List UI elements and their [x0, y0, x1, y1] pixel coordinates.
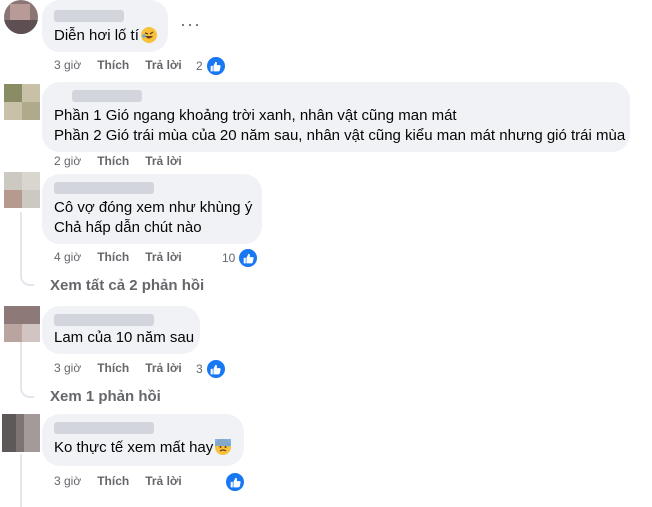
comment-text: Ko thực tế xem mất hay	[54, 438, 232, 458]
author-name[interactable]	[54, 422, 154, 434]
like-button[interactable]: Thích	[97, 474, 129, 488]
comment-actions: 4 giờ Thích Trả lời	[54, 250, 198, 264]
comment-bubble: Cô vợ đóng xem như khùng ý Chả hấp dẫn c…	[42, 174, 262, 244]
like-icon	[204, 55, 227, 77]
comment-bubble: Phần 1 Gió ngang khoảng trời xanh, nhân …	[42, 82, 630, 152]
like-icon	[237, 247, 260, 269]
like-icon	[224, 471, 246, 493]
author-name[interactable]	[54, 314, 154, 326]
thread-line	[20, 212, 22, 278]
comment-actions: 3 giờ Thích Trả lời	[54, 58, 198, 72]
comment-bubble: Diễn hơi lố tí	[42, 0, 168, 52]
avatar[interactable]	[2, 414, 40, 452]
reply-button[interactable]: Trả lời	[145, 250, 182, 264]
like-button[interactable]: Thích	[97, 361, 129, 375]
like-button[interactable]: Thích	[97, 58, 129, 72]
reply-button[interactable]: Trả lời	[145, 154, 182, 168]
avatar[interactable]	[4, 84, 40, 120]
view-replies-link[interactable]: Xem 1 phản hồi	[50, 388, 161, 405]
comment-bubble: Ko thực tế xem mất hay	[42, 414, 244, 466]
comment-text: Diễn hơi lố tí	[54, 26, 157, 46]
comment-time[interactable]: 3 giờ	[54, 361, 81, 375]
reaction-count[interactable]: 10	[222, 247, 260, 269]
reaction-count[interactable]: 2	[196, 55, 227, 77]
reply-button[interactable]: Trả lời	[145, 361, 182, 375]
reply-button[interactable]: Trả lời	[145, 58, 182, 72]
avatar[interactable]	[4, 306, 40, 342]
comment-text: Chả hấp dẫn chút nào	[54, 219, 202, 236]
comment-text: Phần 1 Gió ngang khoảng trời xanh, nhân …	[54, 107, 457, 124]
author-name[interactable]	[72, 90, 142, 102]
reaction-count[interactable]	[224, 471, 246, 493]
comment-time[interactable]: 3 giờ	[54, 474, 81, 488]
rolling-on-floor-laughing-icon	[140, 27, 157, 43]
comment-actions: 2 giờ Thích Trả lời	[54, 154, 198, 168]
comment-actions: 3 giờ Thích Trả lời	[54, 361, 198, 375]
like-icon	[204, 358, 227, 380]
more-options-icon[interactable]: ···	[180, 14, 201, 35]
like-button[interactable]: Thích	[97, 154, 129, 168]
comment-text: Cô vợ đóng xem như khùng ý	[54, 199, 253, 216]
comment-text: Lam của 10 năm sau	[54, 329, 195, 346]
comment-time[interactable]: 3 giờ	[54, 58, 81, 72]
avatar[interactable]	[4, 172, 40, 208]
anxious-face-with-sweat-icon	[215, 439, 232, 455]
thread-line	[20, 454, 22, 507]
author-name[interactable]	[54, 182, 154, 194]
comment-actions: 3 giờ Thích Trả lời	[54, 474, 198, 488]
comment-text: Phần 2 Gió trái mùa của 20 năm sau, nhân…	[54, 127, 626, 144]
thread-line	[20, 380, 34, 398]
avatar[interactable]	[4, 0, 38, 34]
author-name[interactable]	[54, 10, 124, 22]
like-button[interactable]: Thích	[97, 250, 129, 264]
view-replies-link[interactable]: Xem tất cả 2 phản hồi	[50, 277, 204, 294]
thread-line	[20, 342, 22, 384]
reply-button[interactable]: Trả lời	[145, 474, 182, 488]
reaction-count[interactable]: 3	[196, 358, 227, 380]
comment-bubble: Lam của 10 năm sau	[42, 306, 200, 354]
comment-time[interactable]: 2 giờ	[54, 154, 81, 168]
thread-line	[20, 270, 34, 286]
comment-time[interactable]: 4 giờ	[54, 250, 81, 264]
